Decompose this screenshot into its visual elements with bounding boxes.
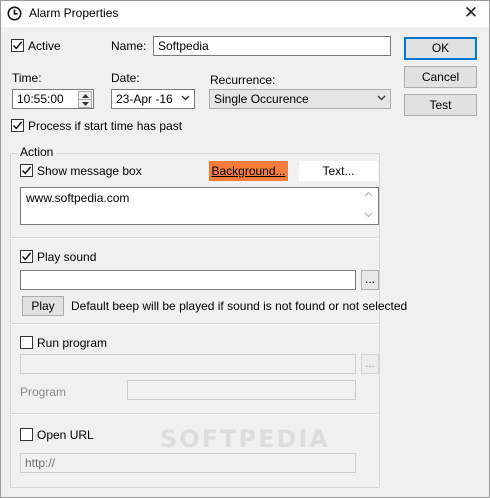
program-args-input[interactable] [127, 380, 356, 400]
run-program-label: Run program [37, 336, 108, 350]
title-bar: Alarm Properties ✕ [1, 1, 489, 27]
process-past-label: Process if start time has past [28, 119, 183, 133]
show-message-label: Show message box [37, 164, 142, 178]
url-input[interactable]: http:// [20, 453, 356, 473]
date-picker[interactable]: 23-Apr -16 [111, 89, 195, 109]
program-args-label: Program [20, 385, 67, 399]
message-textarea[interactable]: www.softpedia.com [20, 187, 379, 225]
program-browse-button[interactable]: ... [361, 354, 379, 374]
recurrence-label: Recurrence: [210, 73, 276, 87]
recurrence-value: Single Occurence [214, 92, 309, 106]
divider [10, 237, 378, 239]
time-input[interactable]: 10:55:00 [12, 89, 94, 109]
process-past-checkbox[interactable] [11, 119, 24, 132]
test-button[interactable]: Test [404, 94, 477, 116]
recurrence-select[interactable]: Single Occurence [209, 89, 391, 109]
action-group-label: Action [17, 145, 57, 159]
sound-file-input[interactable] [20, 270, 356, 290]
scroll-down-icon[interactable] [364, 212, 373, 218]
text-button[interactable]: Text... [299, 161, 378, 181]
spin-down-icon[interactable] [78, 99, 92, 108]
show-message-checkbox[interactable] [20, 164, 33, 177]
play-sound-checkbox[interactable] [20, 250, 33, 263]
chevron-down-icon [181, 95, 190, 101]
scroll-up-icon[interactable] [364, 191, 373, 197]
cancel-button[interactable]: Cancel [404, 66, 477, 88]
chevron-down-icon [377, 95, 386, 101]
sound-note: Default beep will be played if sound is … [71, 299, 408, 313]
play-sound-label: Play sound [37, 250, 97, 264]
divider [10, 413, 378, 415]
time-label: Time: [12, 71, 42, 85]
name-input[interactable]: Softpedia [153, 36, 391, 56]
active-checkbox[interactable] [11, 39, 24, 52]
time-value: 10:55:00 [17, 92, 64, 106]
background-button[interactable]: Background... [209, 161, 288, 181]
alarm-clock-icon [7, 6, 22, 24]
open-url-checkbox[interactable] [20, 428, 33, 441]
sound-browse-button[interactable]: ... [361, 270, 379, 290]
date-value: 23-Apr -16 [116, 92, 173, 106]
active-label: Active [28, 39, 61, 53]
date-label: Date: [111, 71, 140, 85]
name-label: Name: [111, 39, 147, 53]
message-text: www.softpedia.com [26, 191, 130, 205]
open-url-label: Open URL [37, 428, 94, 442]
close-icon[interactable]: ✕ [461, 3, 481, 23]
run-program-checkbox[interactable] [20, 336, 33, 349]
watermark: SOFTPEDIA [160, 425, 330, 453]
play-button[interactable]: Play [22, 296, 64, 316]
window-title: Alarm Properties [29, 6, 119, 20]
program-path-input[interactable] [20, 354, 356, 374]
divider [10, 323, 378, 325]
ok-button[interactable]: OK [404, 37, 477, 60]
